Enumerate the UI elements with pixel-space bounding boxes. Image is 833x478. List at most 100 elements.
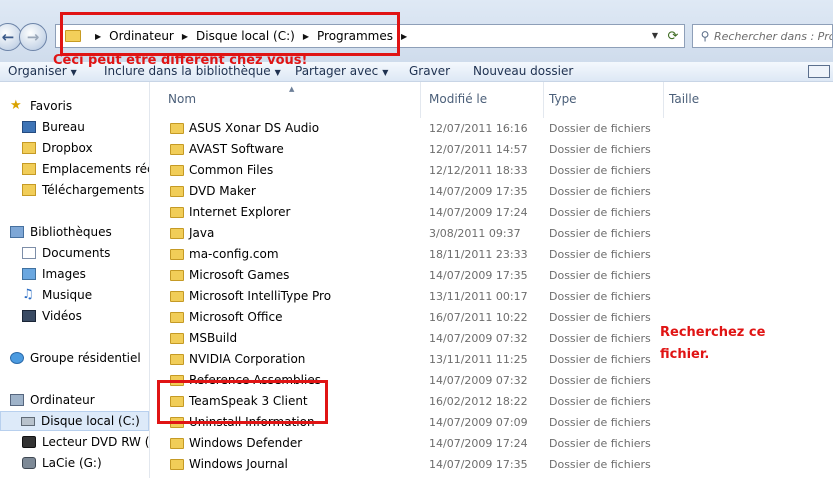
file-name: Common Files [189,163,274,177]
dvd-drive-icon [22,436,36,448]
file-date: 14/07/2009 07:09 [429,416,528,429]
computer-icon [10,394,24,406]
column-header-name[interactable]: Nom [168,92,196,106]
sidebar-item-lacie[interactable]: LaCie (G:) [22,453,102,473]
computer-header[interactable]: Ordinateur [10,390,95,410]
column-divider[interactable] [420,82,421,118]
sidebar-item-label: Groupe résidentiel [30,351,141,365]
file-type: Dossier de fichiers [549,458,651,471]
file-name: Windows Defender [189,436,303,450]
sidebar-item-lecteur-dvd[interactable]: Lecteur DVD RW (D:) [22,432,149,452]
column-header-type[interactable]: Type [549,92,577,106]
chevron-down-icon: ▼ [382,68,389,77]
documents-icon [22,247,36,259]
folder-icon [170,165,184,176]
column-divider[interactable] [543,82,544,118]
folder-icon [170,249,184,260]
file-type: Dossier de fichiers [549,290,651,303]
favorites-title: Favoris [30,99,73,113]
folder-icon [170,228,184,239]
sidebar-item-videos[interactable]: Vidéos [22,306,82,326]
chevron-down-icon: ▼ [70,68,77,77]
sidebar-item-images[interactable]: Images [22,264,86,284]
file-date: 12/07/2011 14:57 [429,143,528,156]
file-type: Dossier de fichiers [549,122,651,135]
music-icon: ♫ [22,287,34,302]
sidebar-item-musique[interactable]: ♫ Musique [22,285,92,305]
burn-button[interactable]: Graver [409,64,450,78]
images-icon [22,268,36,280]
file-type: Dossier de fichiers [549,353,651,366]
file-date: 16/07/2011 10:22 [429,311,528,324]
table-row[interactable]: Microsoft IntelliType Pro 13/11/2011 00:1… [150,286,833,307]
column-header-size[interactable]: Taille [669,92,699,106]
file-name: Microsoft Office [189,310,283,324]
file-date: 14/07/2009 17:35 [429,458,528,471]
file-date: 18/11/2011 23:33 [429,248,528,261]
file-date: 16/02/2012 18:22 [429,395,528,408]
sidebar-item-label: Images [42,267,86,281]
folder-icon [170,291,184,302]
forward-button[interactable]: → [19,23,47,51]
path-annotation-note: Ceci peut etre different chez vous! [53,53,308,68]
sidebar-item-homegroup[interactable]: Groupe résidentiel [10,348,141,368]
new-folder-button[interactable]: Nouveau dossier [473,64,573,78]
folder-icon [170,312,184,323]
external-drive-icon [22,457,36,469]
file-name: MSBuild [189,331,238,345]
table-row[interactable]: ma-config.com 18/11/2011 23:33 Dossier de … [150,244,833,265]
table-row[interactable]: ASUS Xonar DS Audio 12/07/2011 16:16 Dossi… [150,118,833,139]
table-row[interactable]: DVD Maker 14/07/2009 17:35 Dossier de fich… [150,181,833,202]
table-row[interactable]: Internet Explorer 14/07/2009 17:24 Dossier… [150,202,833,223]
computer-title: Ordinateur [30,393,95,407]
file-type: Dossier de fichiers [549,143,651,156]
sidebar-item-documents[interactable]: Documents [22,243,110,263]
column-header-modified[interactable]: Modifié le [429,92,487,106]
file-name: DVD Maker [189,184,256,198]
sidebar-item-dropbox[interactable]: Dropbox [22,138,93,158]
view-options-icon[interactable] [808,65,830,78]
sidebar-item-emplacements-recents[interactable]: Emplacements récents [22,159,149,179]
libraries-header[interactable]: Bibliothèques [10,222,112,242]
sidebar-item-disque-local[interactable]: Disque local (C:) [0,411,149,431]
table-row[interactable]: AVAST Software 12/07/2011 14:57 Dossier de… [150,139,833,160]
file-type: Dossier de fichiers [549,227,651,240]
target-highlight-box [157,380,328,424]
search-box[interactable]: ⚲ [692,24,833,48]
column-divider[interactable] [663,82,664,118]
share-with-button[interactable]: Partager avec ▼ [295,64,388,78]
file-type: Dossier de fichiers [549,374,651,387]
file-type: Dossier de fichiers [549,437,651,450]
sidebar-item-bureau[interactable]: Bureau [22,117,85,137]
table-row[interactable]: Windows Defender 14/07/2009 17:24 Dossier … [150,433,833,454]
favorites-header[interactable]: ★ Favoris [10,96,72,116]
folder-icon [170,459,184,470]
sidebar-item-telechargements[interactable]: Téléchargements [22,180,144,200]
file-date: 3/08/2011 09:37 [429,227,521,240]
file-type: Dossier de fichiers [549,248,651,261]
table-row[interactable]: Common Files 12/12/2011 18:33 Dossier de f… [150,160,833,181]
file-type: Dossier de fichiers [549,206,651,219]
table-row[interactable]: Java 3/08/2011 09:37 Dossier de fichiers [150,223,833,244]
refresh-button[interactable]: ⟳ [663,28,683,46]
downloads-icon [22,184,36,196]
forward-arrow-icon: → [26,28,40,46]
target-annotation-note: Recherchez ce fichier. [660,325,766,362]
file-date: 14/07/2009 17:35 [429,269,528,282]
column-headers: ▲ Nom Modifié le Type Taille [150,82,833,118]
refresh-icon: ⟳ [667,29,679,44]
folder-icon [170,144,184,155]
search-icon: ⚲ [700,29,710,43]
folder-icon [170,438,184,449]
file-name: Java [189,226,215,240]
chevron-down-icon[interactable]: ▼ [652,31,658,40]
table-row[interactable]: Microsoft Games 14/07/2009 17:35 Dossier d… [150,265,833,286]
file-name: Internet Explorer [189,205,291,219]
file-date: 14/07/2009 17:35 [429,185,528,198]
chevron-right-icon[interactable]: ▶ [401,32,407,41]
table-row[interactable]: Windows Journal 14/07/2009 17:35 Dossier d… [150,454,833,475]
sidebar-item-label: Emplacements récents [42,162,149,176]
sidebar-item-label: Vidéos [42,309,82,323]
search-input[interactable] [714,29,832,43]
file-date: 12/07/2011 16:16 [429,122,528,135]
